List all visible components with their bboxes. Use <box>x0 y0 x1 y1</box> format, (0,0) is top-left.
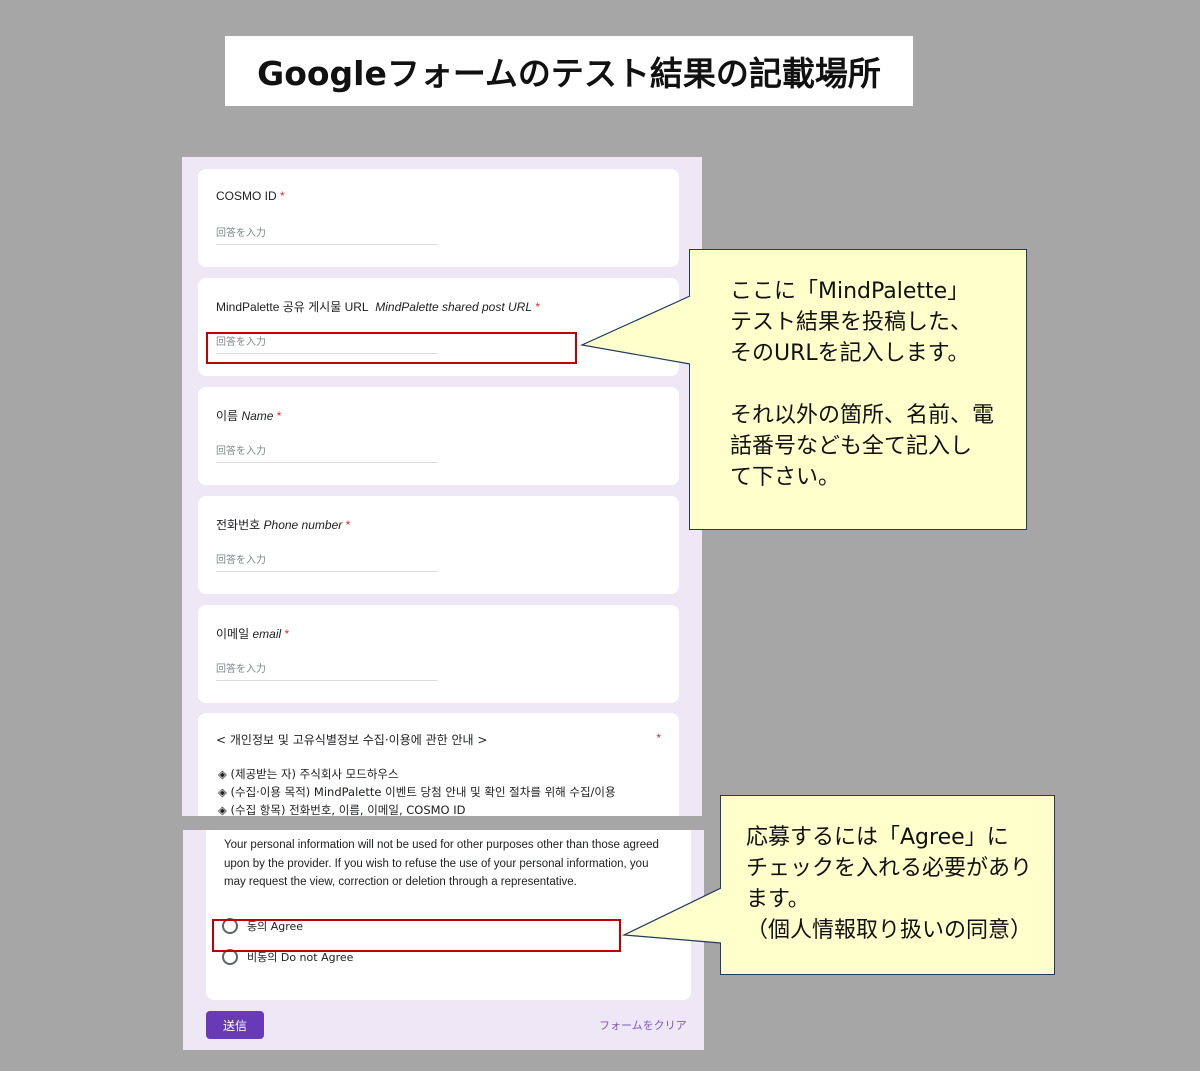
agree-callout-pointer <box>621 887 722 944</box>
